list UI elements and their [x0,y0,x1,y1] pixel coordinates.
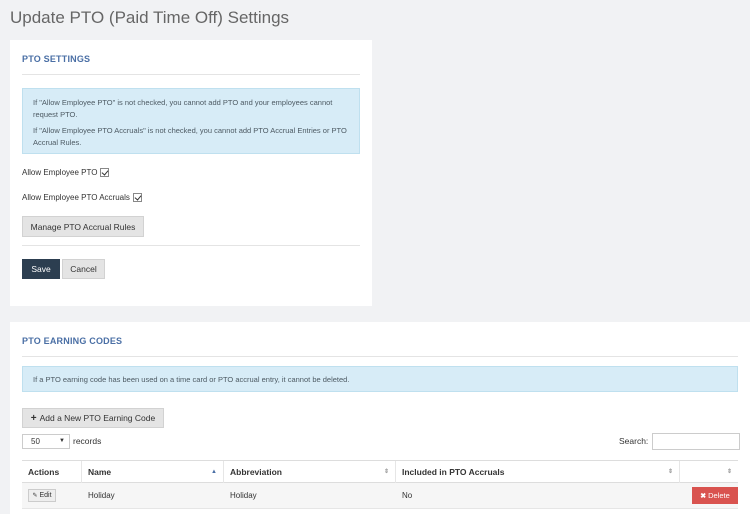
earning-codes-header: PTO EARNING CODES [22,336,123,346]
cancel-button[interactable]: Cancel [62,259,105,279]
divider [22,356,738,357]
info-text-accruals: If "Allow Employee PTO Accruals" is not … [33,126,347,147]
column-header-name[interactable]: Name ▲ [82,461,224,483]
allow-accruals-label: Allow Employee PTO Accruals [22,193,130,202]
earning-codes-info-text: If a PTO earning code has been used on a… [33,375,350,384]
earning-codes-table: Actions Name ▲ Abbreviation ⇕ Included i… [22,460,738,509]
pto-settings-info-box: If "Allow Employee PTO" is not checked, … [22,88,360,154]
allow-pto-row: Allow Employee PTO [22,168,110,177]
close-icon: ✖ [700,492,707,500]
column-header-included[interactable]: Included in PTO Accruals ⇕ [396,461,680,483]
add-earning-code-label: Add a New PTO Earning Code [39,413,156,423]
sort-asc-icon: ▲ [211,469,217,475]
edit-icon: ✎ [32,493,38,499]
column-header-blank[interactable]: ⇕ [680,461,738,483]
add-earning-code-button[interactable]: + Add a New PTO Earning Code [22,408,164,428]
edit-button[interactable]: ✎ Edit [28,489,56,502]
divider [22,245,360,246]
cell-included: No [402,491,413,500]
allow-pto-checkbox[interactable] [100,168,110,177]
pto-settings-panel: PTO SETTINGS If "Allow Employee PTO" is … [10,40,372,306]
search-label: Search: [619,436,649,446]
earning-codes-info-box: If a PTO earning code has been used on a… [22,366,738,392]
divider [22,74,360,75]
column-header-abbreviation[interactable]: Abbreviation ⇕ [224,461,396,483]
cell-name: Holiday [88,491,115,500]
sort-icon: ⇕ [383,469,389,475]
page-length-value: 50 [31,437,40,446]
allow-pto-label: Allow Employee PTO [22,168,98,177]
pto-earning-codes-panel: PTO EARNING CODES If a PTO earning code … [10,322,750,514]
cell-abbreviation: Holiday [230,491,257,500]
delete-button[interactable]: ✖ Delete [692,487,738,504]
sort-icon: ⇕ [667,469,673,475]
sort-icon: ⇕ [726,469,732,475]
plus-icon: + [30,412,37,424]
page-title: Update PTO (Paid Time Off) Settings [10,8,290,27]
allow-accruals-row: Allow Employee PTO Accruals [22,193,142,202]
table-header-row: Actions Name ▲ Abbreviation ⇕ Included i… [22,460,738,483]
column-header-actions: Actions [22,461,82,483]
records-label: records [73,436,102,446]
allow-accruals-checkbox[interactable] [132,193,142,202]
pto-settings-header: PTO SETTINGS [22,54,91,64]
table-row: ✎ Edit Holiday Holiday No ✖ Delete [22,483,738,509]
page-length-select[interactable]: 50 ▼ [22,434,70,449]
manage-accrual-rules-button[interactable]: Manage PTO Accrual Rules [22,216,144,237]
save-button[interactable]: Save [22,259,60,279]
search-input[interactable] [652,433,740,450]
caret-down-icon: ▼ [59,438,65,444]
info-text-pto: If "Allow Employee PTO" is not checked, … [33,98,333,119]
